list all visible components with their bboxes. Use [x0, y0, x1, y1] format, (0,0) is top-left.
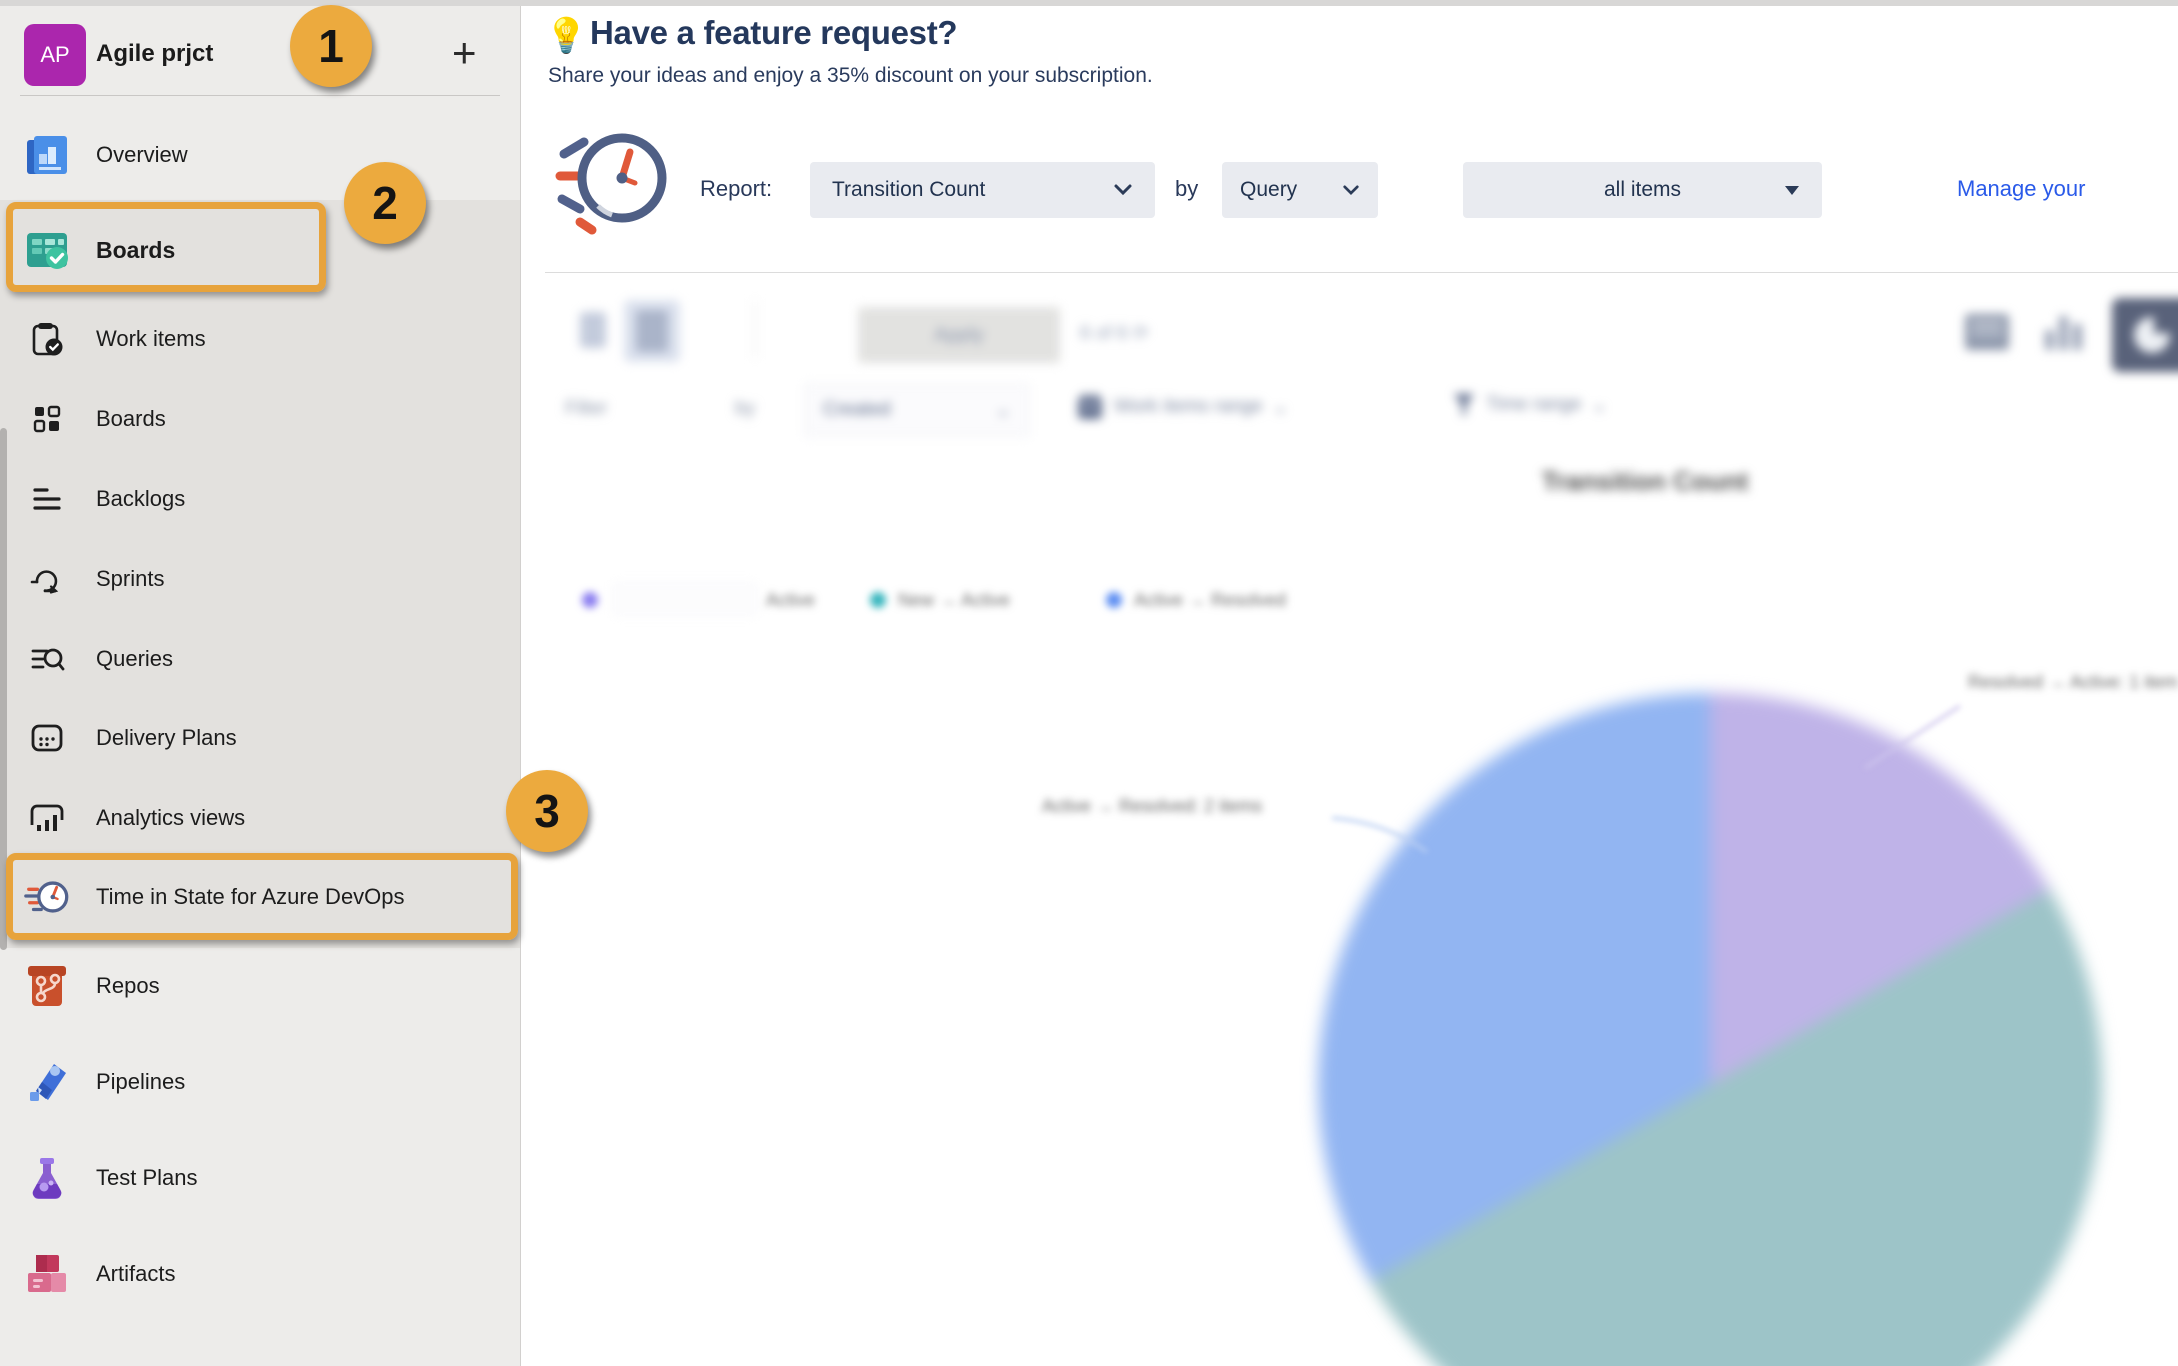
queries-icon — [28, 640, 66, 678]
highlight-box-boards — [6, 202, 326, 292]
callout-lines — [520, 0, 2178, 1366]
sidebar-item-label: Overview — [96, 142, 188, 168]
sidebar-item-label: Work items — [96, 326, 206, 352]
sidebar-item-analytics-views[interactable]: Analytics views — [0, 778, 519, 858]
repos-icon — [22, 962, 72, 1010]
sidebar-divider — [20, 95, 500, 96]
sidebar-item-label: Artifacts — [96, 1261, 175, 1287]
analytics-views-icon — [28, 799, 66, 837]
sidebar-item-repos[interactable]: Repos — [0, 941, 519, 1031]
sidebar-item-label: Test Plans — [96, 1165, 198, 1191]
sidebar-item-delivery-plans[interactable]: Delivery Plans — [0, 698, 519, 778]
sidebar-item-backlogs[interactable]: Backlogs — [0, 459, 519, 539]
delivery-plans-icon — [28, 719, 66, 757]
artifacts-icon — [22, 1250, 72, 1298]
project-name: Agile prjct — [96, 40, 213, 68]
sidebar-item-overview[interactable]: Overview — [0, 110, 519, 200]
pipelines-icon — [22, 1058, 72, 1106]
callout-active-resolved: Active → Resolved: 2 items — [1042, 796, 1262, 817]
step-badge-2: 2 — [344, 162, 426, 244]
sidebar-item-queries[interactable]: Queries — [0, 619, 519, 699]
sidebar-item-label: Delivery Plans — [96, 725, 237, 751]
sidebar-item-label: Analytics views — [96, 805, 245, 831]
step-badge-3: 3 — [506, 770, 588, 852]
callout-resolved-active: Resolved → Active: 1 item — [1968, 672, 2178, 693]
sidebar-item-pipelines[interactable]: Pipelines — [0, 1037, 519, 1127]
sidebar-item-label: Repos — [96, 973, 160, 999]
sidebar-item-artifacts[interactable]: Artifacts — [0, 1229, 519, 1319]
add-project-button[interactable]: + — [452, 30, 477, 76]
sidebar-item-test-plans[interactable]: Test Plans — [0, 1133, 519, 1223]
test-plans-icon — [22, 1154, 72, 1202]
main-content: 💡 Have a feature request? Share your ide… — [520, 0, 2178, 1366]
sidebar-item-label: Sprints — [96, 566, 164, 592]
sidebar-item-work-items[interactable]: Work items — [0, 299, 519, 379]
highlight-box-time-in-state — [6, 853, 518, 940]
step-badge-1: 1 — [290, 5, 372, 87]
boards-grid-icon — [28, 400, 66, 438]
sidebar-item-label: Queries — [96, 646, 173, 672]
sprints-icon — [28, 560, 66, 598]
project-row[interactable]: AP Agile prjct + — [0, 8, 520, 92]
sidebar-item-label: Backlogs — [96, 486, 185, 512]
app-root: { "sidebar": { "project": { "initials": … — [0, 0, 2178, 1366]
sidebar-item-boards[interactable]: Boards — [0, 379, 519, 459]
overview-icon — [22, 131, 72, 179]
sidebar-item-label: Boards — [96, 406, 166, 432]
project-avatar: AP — [24, 24, 86, 86]
sidebar-item-sprints[interactable]: Sprints — [0, 539, 519, 619]
backlogs-icon — [28, 480, 66, 518]
sidebar-item-label: Pipelines — [96, 1069, 185, 1095]
work-items-icon — [28, 320, 66, 358]
